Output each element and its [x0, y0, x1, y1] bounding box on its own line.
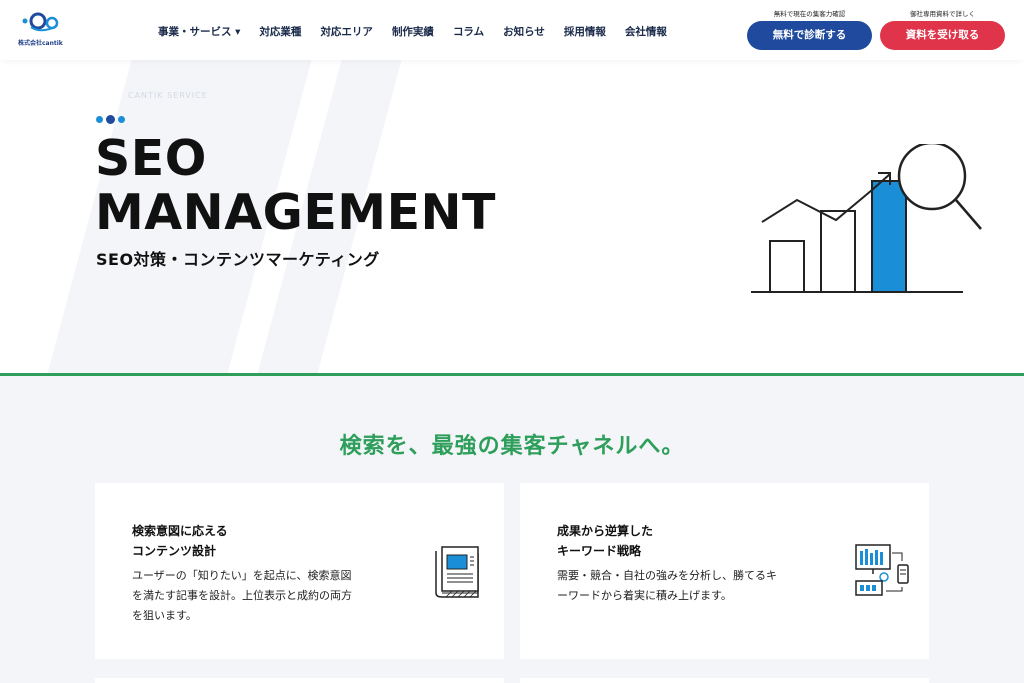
card-heading: 成果から逆算した キーワード戦略	[557, 521, 653, 561]
cta-document-note: 御社専用資料で詳しく	[910, 10, 975, 18]
hero-dots-icon	[96, 115, 125, 124]
card-heading: 検索意図に応える コンテンツ設計	[132, 521, 228, 561]
get-document-button[interactable]: 資料を受け取る	[880, 21, 1005, 50]
diagnose-button[interactable]: 無料で診断する	[747, 21, 872, 50]
section-title: 検索を、最強の集客チャネルへ。	[339, 434, 685, 459]
cta-diagnose: 無料で現在の集客力確認 無料で診断する	[747, 8, 872, 50]
card-heading-line: コンテンツ設計	[132, 544, 217, 558]
cta-diagnose-note: 無料で現在の集客力確認	[773, 10, 846, 18]
main-nav: 事業・サービス ▾ 対応業種 対応エリア 制作実績 コラム お知らせ 採用情報 …	[158, 24, 667, 39]
nav-item-industries[interactable]: 対応業種	[259, 24, 301, 39]
feature-card-content-design: 検索意図に応える コンテンツ設計 ユーザーの「知りたい」を起点に、検索意図 を満…	[95, 483, 504, 659]
analytics-icon	[855, 544, 909, 596]
logo-icon	[22, 12, 59, 32]
features-section: 検索を、最強の集客チャネルへ。 検索意図に応える コンテンツ設計 ユーザーの「知…	[0, 376, 1024, 683]
card-text-line: ユーザーの「知りたい」を起点に、検索意図	[132, 569, 352, 582]
title-line-1: SEO	[95, 130, 207, 187]
card-heading-line: 成果から逆算した	[557, 524, 654, 538]
nav-item-works[interactable]: 制作実績	[392, 24, 434, 39]
nav-item-news[interactable]: お知らせ	[503, 24, 545, 39]
next-card-edge	[95, 678, 504, 683]
page-title: SEO MANAGEMENT	[95, 132, 496, 240]
nav-item-services[interactable]: 事業・サービス ▾	[158, 24, 240, 39]
seo-growth-illustration-icon	[751, 144, 982, 293]
next-card-edge	[520, 678, 929, 683]
card-description: 需要・競合・自社の強みを分析し、勝てるキ ーワードから着実に積み上げます。	[557, 566, 777, 606]
company-logo[interactable]: 株式会社cantik	[18, 10, 68, 50]
hero-section: CANTIK SERVICE SEO MANAGEMENT SEO対策・コンテン…	[0, 60, 1024, 373]
title-line-2: MANAGEMENT	[95, 184, 496, 241]
nav-item-column[interactable]: コラム	[453, 24, 484, 39]
card-text-line: を狙います。	[132, 609, 197, 622]
card-description: ユーザーの「知りたい」を起点に、検索意図 を満たす記事を設計。上位表示と成約の両…	[132, 566, 352, 626]
site-header: 株式会社cantik 事業・サービス ▾ 対応業種 対応エリア 制作実績 コラム…	[0, 0, 1024, 60]
nav-item-recruit[interactable]: 採用情報	[564, 24, 606, 39]
cta-document: 御社専用資料で詳しく 資料を受け取る	[880, 8, 1005, 50]
page-subtitle: SEO対策・コンテンツマーケティング	[96, 250, 380, 269]
card-text-line: 需要・競合・自社の強みを分析し、勝てるキ	[557, 569, 777, 582]
card-heading-line: 検索意図に応える	[132, 524, 228, 538]
card-text-line: ーワードから着実に積み上げます。	[557, 589, 732, 602]
card-heading-line: キーワード戦略	[557, 544, 642, 558]
hero-breadcrumb: CANTIK SERVICE	[128, 91, 208, 100]
card-text-line: を満たす記事を設計。上位表示と成約の両方	[132, 589, 352, 602]
document-icon	[435, 546, 479, 598]
nav-item-areas[interactable]: 対応エリア	[320, 24, 373, 39]
feature-card-keyword-strategy: 成果から逆算した キーワード戦略 需要・競合・自社の強みを分析し、勝てるキ ーワ…	[520, 483, 929, 659]
logo-text: 株式会社cantik	[18, 40, 63, 47]
nav-item-company[interactable]: 会社情報	[625, 24, 667, 39]
